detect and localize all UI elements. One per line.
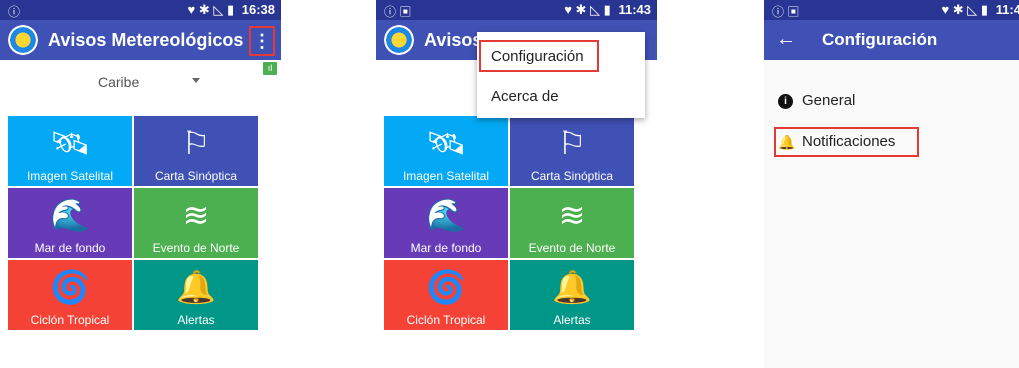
menu-item-acerca-de[interactable]: Acerca de bbox=[477, 78, 645, 116]
tile-mar-de-fondo[interactable]: 🌊 Mar de fondo bbox=[384, 188, 508, 258]
menu-item-configuracion[interactable]: Configuración bbox=[477, 38, 645, 76]
tile-label: Evento de Norte bbox=[152, 241, 240, 255]
tile-carta-sinoptica[interactable]: ⚐ Carta Sinóptica bbox=[134, 116, 258, 186]
info-icon: ⓘ ▣ bbox=[772, 5, 800, 19]
app-bar: ← Configuración bbox=[764, 20, 1019, 60]
app-bar: Avisos Metereológicos ⋮ bbox=[0, 20, 281, 60]
status-icons: ♥ ✱ ◺ ▮ bbox=[187, 2, 235, 17]
setting-label: General bbox=[802, 92, 856, 109]
tile-label: Evento de Norte bbox=[528, 241, 616, 255]
tile-alertas[interactable]: 🔔 Alertas bbox=[510, 260, 634, 330]
tile-carta-sinoptica[interactable]: ⚐ Carta Sinóptica bbox=[510, 116, 634, 186]
menu-item-label: Configuración bbox=[491, 48, 584, 65]
tile-alertas[interactable]: 🔔 Alertas bbox=[134, 260, 258, 330]
tile-label: Alertas bbox=[553, 313, 591, 327]
bell-icon: 🔔 bbox=[176, 269, 216, 305]
tile-label: Alertas bbox=[177, 313, 215, 327]
tile-evento-de-norte[interactable]: ≋ Evento de Norte bbox=[134, 188, 258, 258]
tile-label: Mar de fondo bbox=[410, 241, 482, 255]
app-logo bbox=[384, 25, 414, 55]
bell-icon: 🔔 bbox=[778, 134, 796, 150]
status-time: 16:38 bbox=[241, 2, 275, 17]
status-bar: ⓘ ▣ ♥ ✱ ◺ ▮ 11:43 bbox=[376, 0, 657, 20]
tile-label: Carta Sinóptica bbox=[530, 169, 614, 183]
tile-label: Imagen Satelital bbox=[26, 169, 114, 183]
phone-screen-settings: ⓘ ▣ ♥ ✱ ◺ ▮ 11:4 ← Configuración i Gener… bbox=[764, 0, 1019, 368]
status-bar: ⓘ ▣ ♥ ✱ ◺ ▮ 11:4 bbox=[764, 0, 1019, 20]
flag-icon: ⚐ bbox=[557, 125, 587, 161]
status-icons: ♥ ✱ ◺ ▮ bbox=[564, 2, 611, 17]
overflow-menu: Configuración Acerca de bbox=[477, 32, 645, 118]
phone-screen-main: ⓘ ♥ ✱ ◺ ▮ 16:38 Avisos Metereológicos ⋮ … bbox=[0, 0, 281, 368]
app-title: Avisos bbox=[424, 30, 483, 50]
app-logo bbox=[8, 25, 38, 55]
chart-icon[interactable]: ıl bbox=[263, 62, 277, 75]
tile-ciclon-tropical[interactable]: 🌀 Ciclón Tropical bbox=[8, 260, 132, 330]
hurricane-icon: 🌀 bbox=[50, 269, 90, 305]
wave-house-icon: 🌊 bbox=[50, 197, 90, 233]
status-time: 11:43 bbox=[618, 2, 651, 17]
info-icon: ⓘ ▣ bbox=[384, 5, 412, 19]
tile-label: Imagen Satelital bbox=[402, 169, 490, 183]
info-icon: ⓘ bbox=[8, 5, 21, 19]
tile-label: Ciclón Tropical bbox=[406, 313, 486, 327]
page-title: Configuración bbox=[822, 30, 938, 49]
wind-icon: ≋ bbox=[182, 197, 210, 233]
hurricane-icon: 🌀 bbox=[426, 269, 466, 305]
overflow-menu-icon[interactable]: ⋮ bbox=[249, 26, 275, 56]
satellite-icon: 🛰 bbox=[425, 125, 467, 161]
tile-ciclon-tropical[interactable]: 🌀 Ciclón Tropical bbox=[384, 260, 508, 330]
tile-mar-de-fondo[interactable]: 🌊 Mar de fondo bbox=[8, 188, 132, 258]
region-selector[interactable]: Caribe ıl bbox=[0, 60, 281, 106]
flag-icon: ⚐ bbox=[181, 125, 211, 161]
app-title: Avisos Metereológicos bbox=[48, 30, 244, 50]
status-time: 11:4 bbox=[995, 2, 1019, 17]
dropdown-arrow-icon[interactable] bbox=[192, 78, 200, 83]
satellite-icon: 🛰 bbox=[49, 125, 91, 161]
status-bar: ⓘ ♥ ✱ ◺ ▮ 16:38 bbox=[0, 0, 281, 20]
tile-label: Carta Sinóptica bbox=[154, 169, 238, 183]
setting-label: Notificaciones bbox=[802, 133, 896, 150]
wind-icon: ≋ bbox=[558, 197, 586, 233]
phone-screen-menu: ⓘ ▣ ♥ ✱ ◺ ▮ 11:43 Avisos 🛰 Imagen Sateli… bbox=[376, 0, 657, 368]
menu-item-label: Acerca de bbox=[491, 88, 559, 105]
tile-label: Mar de fondo bbox=[34, 241, 106, 255]
tile-label: Ciclón Tropical bbox=[30, 313, 110, 327]
wave-house-icon: 🌊 bbox=[426, 197, 466, 233]
info-circle-icon: i bbox=[778, 94, 793, 109]
region-spinner[interactable]: Caribe bbox=[98, 74, 139, 90]
bell-icon: 🔔 bbox=[552, 269, 592, 305]
tile-imagen-satelital[interactable]: 🛰 Imagen Satelital bbox=[8, 116, 132, 186]
back-arrow-icon[interactable]: ← bbox=[776, 28, 796, 51]
status-icons: ♥ ✱ ◺ ▮ bbox=[941, 2, 989, 17]
tile-evento-de-norte[interactable]: ≋ Evento de Norte bbox=[510, 188, 634, 258]
tile-imagen-satelital[interactable]: 🛰 Imagen Satelital bbox=[384, 116, 508, 186]
